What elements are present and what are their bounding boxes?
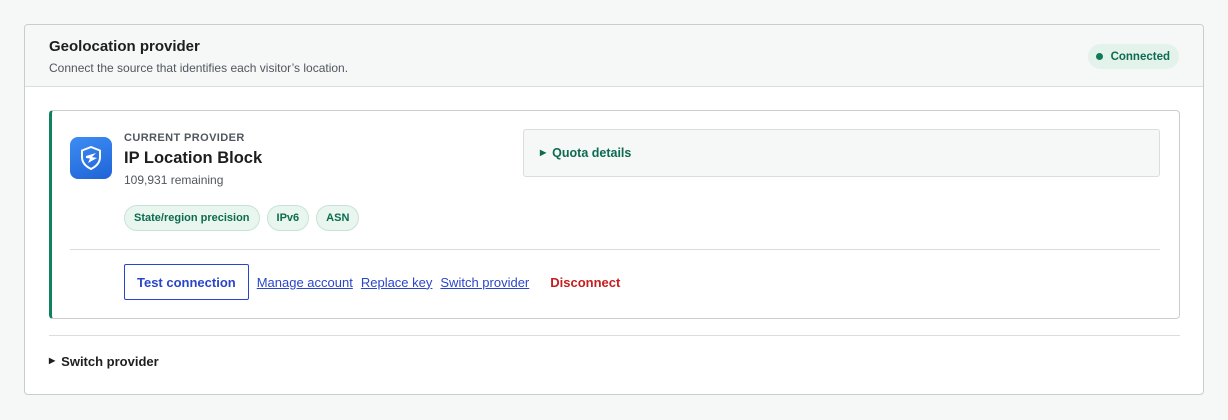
geolocation-panel: Geolocation provider Connect the source … bbox=[24, 24, 1204, 395]
manage-account-link[interactable]: Manage account bbox=[257, 275, 353, 290]
status-badge: Connected bbox=[1087, 44, 1179, 69]
replace-key-link[interactable]: Replace key bbox=[361, 275, 433, 290]
quota-details-toggle[interactable]: ▶ Quota details bbox=[523, 129, 1160, 177]
panel-subtitle: Connect the source that identifies each … bbox=[49, 61, 349, 75]
tag-asn: ASN bbox=[316, 205, 360, 231]
test-connection-button[interactable]: Test connection bbox=[124, 264, 249, 300]
status-label: Connected bbox=[1110, 50, 1170, 63]
provider-actions: Test connection Manage account Replace k… bbox=[124, 264, 620, 300]
switch-provider-link[interactable]: Switch provider bbox=[440, 275, 529, 290]
panel-header: Geolocation provider Connect the source … bbox=[25, 25, 1203, 87]
current-provider-card: CURRENT PROVIDER IP Location Block 109,9… bbox=[49, 110, 1180, 319]
quota-details-label: Quota details bbox=[552, 146, 632, 160]
current-provider-label: CURRENT PROVIDER bbox=[124, 132, 245, 144]
provider-name: IP Location Block bbox=[124, 149, 263, 167]
card-divider bbox=[70, 249, 1160, 250]
tag-state-region-precision: State/region precision bbox=[124, 205, 260, 231]
capability-tags: State/region precision IPv6 ASN bbox=[124, 205, 360, 231]
disconnect-button[interactable]: Disconnect bbox=[550, 275, 620, 290]
shield-icon bbox=[70, 137, 112, 179]
disclosure-triangle-icon: ▶ bbox=[540, 147, 547, 157]
status-dot-icon bbox=[1095, 53, 1103, 60]
panel-title: Geolocation provider bbox=[49, 38, 200, 55]
switch-provider-toggle[interactable]: ▶ Switch provider bbox=[49, 354, 159, 369]
switch-provider-label: Switch provider bbox=[61, 354, 159, 369]
tag-ipv6: IPv6 bbox=[266, 205, 310, 231]
remaining-quota: 109,931 remaining bbox=[124, 173, 224, 187]
disclosure-triangle-icon: ▶ bbox=[49, 356, 56, 365]
shield-logo-graphic bbox=[81, 146, 101, 170]
section-divider bbox=[49, 335, 1180, 336]
